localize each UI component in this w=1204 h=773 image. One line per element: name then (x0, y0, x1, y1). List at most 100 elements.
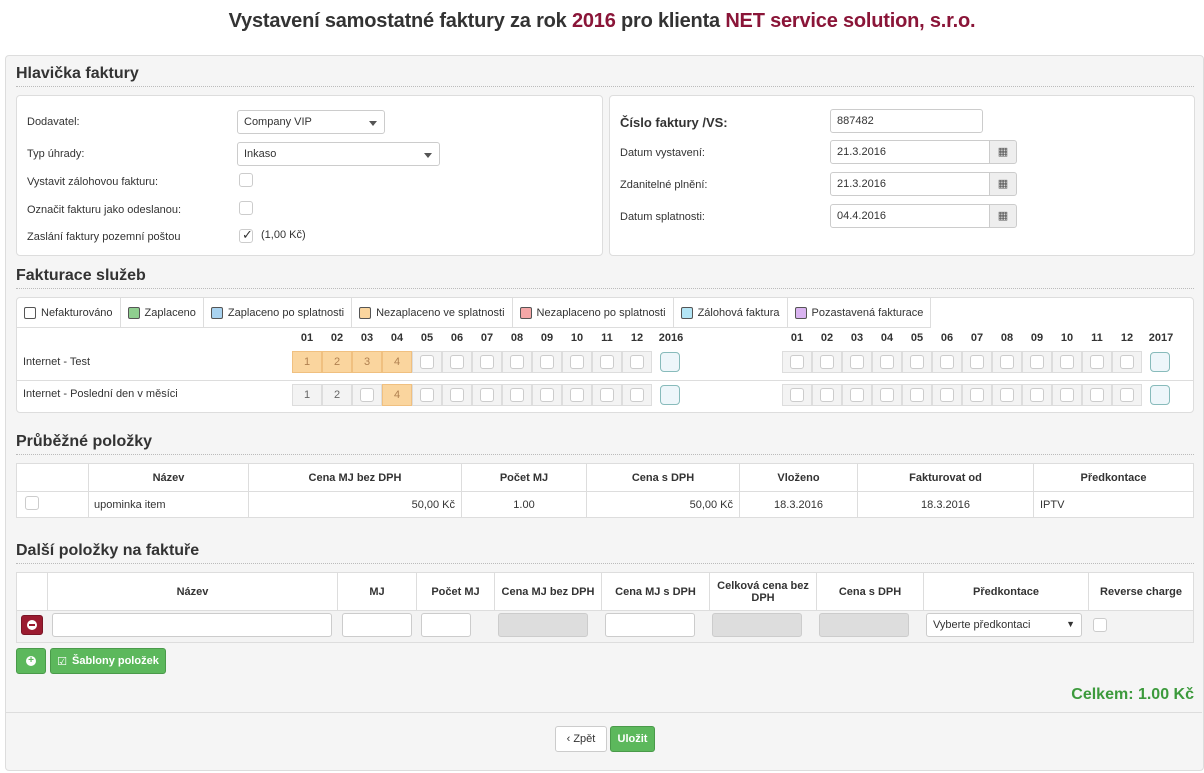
month-cell[interactable] (782, 384, 812, 406)
item-qty-input[interactable] (421, 613, 471, 637)
month-cell[interactable] (932, 351, 962, 373)
section-divider (16, 454, 1194, 455)
month-cell[interactable] (1022, 351, 1052, 373)
column-header: Cena MJ s DPH (601, 572, 710, 611)
month-checkbox (820, 388, 834, 402)
month-cell[interactable] (442, 384, 472, 406)
calendar-icon[interactable]: ▦ (989, 204, 1017, 228)
month-cell[interactable]: 2 (322, 351, 352, 373)
month-cell[interactable] (352, 384, 382, 406)
month-cell[interactable] (622, 351, 652, 373)
year-toggle[interactable] (1150, 352, 1170, 372)
month-cell[interactable] (1112, 384, 1142, 406)
month-checkbox (630, 388, 644, 402)
month-cell[interactable] (592, 384, 622, 406)
payment-select[interactable]: Inkaso (237, 142, 440, 166)
month-cell[interactable] (812, 384, 842, 406)
month-checkbox (570, 388, 584, 402)
item-price: 50,00 Kč (248, 491, 462, 518)
calendar-icon[interactable]: ▦ (989, 140, 1017, 164)
month-cell[interactable] (1022, 384, 1052, 406)
save-button[interactable]: Uložit (610, 726, 655, 752)
month-cell[interactable] (992, 384, 1022, 406)
month-cell[interactable] (842, 384, 872, 406)
month-checkbox (910, 388, 924, 402)
month-header: 11 (1091, 332, 1103, 344)
month-cell[interactable] (902, 384, 932, 406)
month-cell[interactable] (622, 384, 652, 406)
issue-date-input[interactable]: 21.3.2016 (830, 140, 990, 164)
month-cell[interactable] (872, 351, 902, 373)
post-checkbox[interactable] (239, 227, 253, 243)
month-cell[interactable] (842, 351, 872, 373)
month-cell[interactable] (1082, 384, 1112, 406)
add-row-button[interactable]: + (16, 648, 46, 674)
month-header: 08 (510, 332, 524, 344)
month-cell[interactable] (1082, 351, 1112, 373)
item-mj-input[interactable] (342, 613, 412, 637)
month-cell[interactable]: 1 (292, 384, 322, 406)
month-cell[interactable] (502, 351, 532, 373)
month-cell[interactable] (782, 351, 812, 373)
month-cell[interactable]: 4 (382, 384, 412, 406)
month-cell[interactable] (932, 384, 962, 406)
legend-swatch (127, 307, 140, 319)
column-header: Počet MJ (416, 572, 495, 611)
month-cell[interactable] (472, 384, 502, 406)
legend-item: Nezaplaceno ve splatnosti (352, 298, 513, 328)
month-cell[interactable] (1052, 351, 1082, 373)
supplier-select[interactable]: Company VIP (237, 110, 385, 134)
month-checkbox (540, 355, 554, 369)
month-cell[interactable]: 1 (292, 351, 322, 373)
month-cell[interactable] (872, 384, 902, 406)
column-header: Název (47, 572, 338, 611)
sent-checkbox[interactable] (239, 201, 253, 215)
month-cell[interactable]: 3 (352, 351, 382, 373)
column-header: Předkontace (1033, 463, 1194, 492)
month-cell[interactable] (962, 384, 992, 406)
month-cell[interactable] (562, 351, 592, 373)
month-cell[interactable]: 2 (322, 384, 352, 406)
invoice-no-input[interactable]: 887482 (830, 109, 983, 133)
month-cell[interactable] (412, 351, 442, 373)
item-total-readonly (712, 613, 802, 637)
month-cell[interactable] (992, 351, 1022, 373)
year-toggle[interactable] (660, 352, 680, 372)
supplier-label: Dodavatel: (27, 116, 80, 128)
month-header: 04 (390, 332, 404, 344)
month-cell[interactable] (1052, 384, 1082, 406)
row-checkbox[interactable] (25, 496, 39, 510)
month-cell[interactable] (502, 384, 532, 406)
year-toggle[interactable] (1150, 385, 1170, 405)
month-cell[interactable] (592, 351, 622, 373)
month-cell[interactable] (962, 351, 992, 373)
month-cell[interactable] (902, 351, 932, 373)
item-name-input[interactable] (52, 613, 332, 637)
column-header (16, 572, 48, 611)
calendar-icon[interactable]: ▦ (989, 172, 1017, 196)
month-cell[interactable] (532, 384, 562, 406)
month-cell[interactable] (442, 351, 472, 373)
taxable-date-input[interactable]: 21.3.2016 (830, 172, 990, 196)
month-cell[interactable] (1112, 351, 1142, 373)
back-button[interactable]: ‹ Zpět (555, 726, 607, 752)
reverse-charge-checkbox[interactable] (1093, 618, 1107, 632)
month-cell[interactable] (472, 351, 502, 373)
month-cell[interactable] (532, 351, 562, 373)
year-toggle[interactable] (660, 385, 680, 405)
month-checkbox (910, 355, 924, 369)
legend-swatch (359, 307, 372, 319)
taxable-label: Zdanitelné plnění: (620, 179, 708, 191)
month-cell[interactable]: 4 (382, 351, 412, 373)
advance-checkbox[interactable] (239, 173, 253, 187)
month-cell[interactable] (412, 384, 442, 406)
month-cell[interactable] (562, 384, 592, 406)
month-cell[interactable] (812, 351, 842, 373)
due-date-input[interactable]: 04.4.2016 (830, 204, 990, 228)
item-bill-from: 18.3.2016 (857, 491, 1034, 518)
remove-row-button[interactable] (21, 615, 43, 635)
month-checkbox (1090, 355, 1104, 369)
account-select[interactable]: Vyberte předkontaci ▼ (926, 613, 1082, 637)
templates-button[interactable]: ☑ Šablony položek (50, 648, 166, 674)
item-price-vat-input[interactable] (605, 613, 695, 637)
